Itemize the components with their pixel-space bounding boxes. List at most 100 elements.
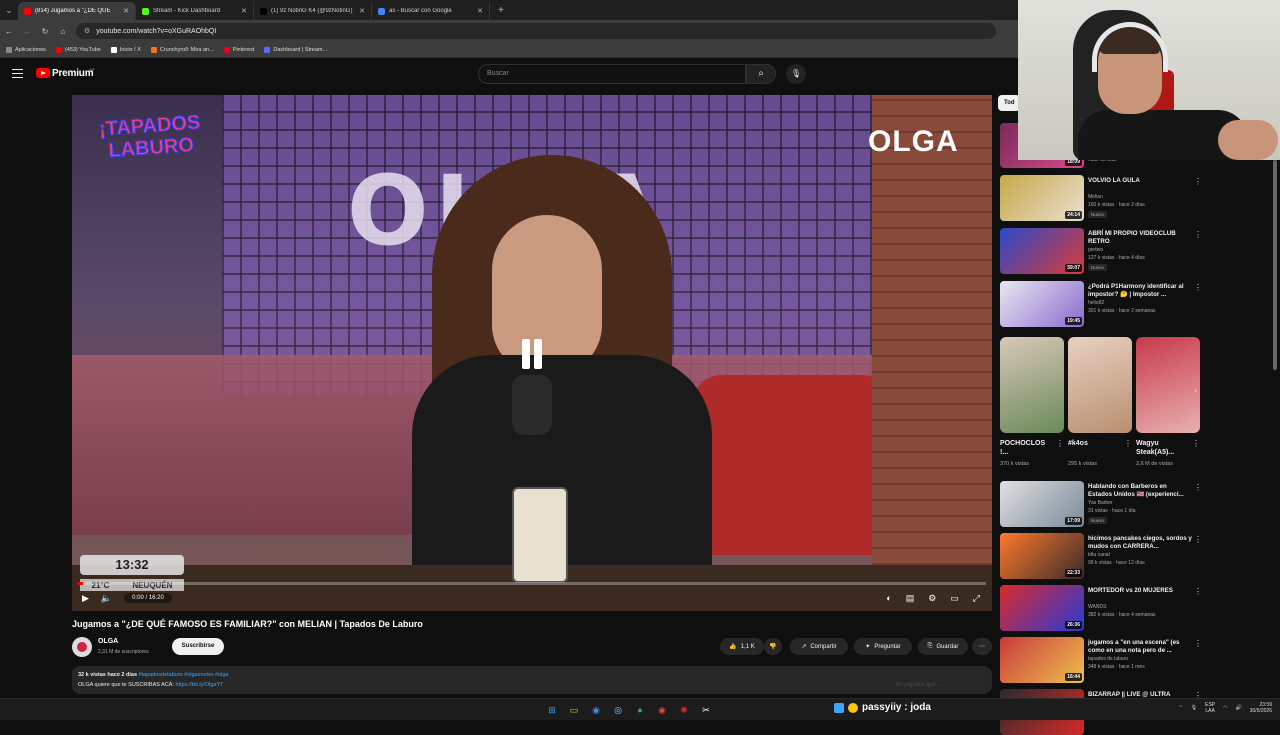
- reload-icon[interactable]: ↻: [40, 27, 50, 36]
- page-scrollbar[interactable]: [1273, 160, 1277, 370]
- share-button[interactable]: ↗ Compartir: [790, 638, 848, 655]
- tray-mic-icon[interactable]: 🎙: [1191, 705, 1197, 711]
- bookmark-item[interactable]: Inicio / X: [110, 46, 141, 53]
- search-input[interactable]: Buscar: [478, 64, 746, 84]
- channel-name[interactable]: OLGA: [98, 638, 118, 645]
- more-options-icon[interactable]: ⋮: [1194, 639, 1202, 648]
- recommended-channel[interactable]: WANDS: [1088, 604, 1106, 610]
- url-field[interactable]: ⚙ youtube.com/watch?v=oXGuRAOhbQI: [76, 23, 996, 39]
- short-more-icon[interactable]: ⋮: [1124, 439, 1132, 448]
- tab-close-icon[interactable]: ✕: [477, 7, 483, 15]
- bookmark-item[interactable]: (453) YouTube: [55, 46, 101, 53]
- subscribe-button[interactable]: Suscribirse: [172, 638, 224, 655]
- windows-start-icon[interactable]: ⊞: [544, 702, 560, 718]
- more-options-icon[interactable]: ⋮: [1194, 535, 1202, 544]
- video-player[interactable]: OLGA OLGA ¡TAPADOS LABURO 13:32 21°C NEU…: [72, 95, 992, 611]
- miniplayer-icon[interactable]: ▭: [950, 593, 959, 604]
- pause-icon[interactable]: [514, 335, 550, 375]
- bookmark-item[interactable]: Aplicaciones: [6, 46, 46, 53]
- hashtags[interactable]: #tapadosdelaburo #olgaenvivo #olga: [139, 672, 229, 678]
- recommended-title[interactable]: Hablando con Barberos en Estados Unidos …: [1088, 483, 1192, 499]
- recommended-title[interactable]: jugamos a "en una escena" (es como en un…: [1088, 639, 1192, 655]
- more-options-icon[interactable]: ⋮: [1194, 283, 1202, 292]
- like-button[interactable]: 👍 1,1 K: [720, 638, 764, 655]
- volume-tray-icon[interactable]: 🔊: [1236, 705, 1242, 711]
- tab-close-icon[interactable]: ✕: [123, 7, 129, 15]
- new-tab-button[interactable]: +: [498, 5, 504, 16]
- save-button[interactable]: ⎘ Guardar: [918, 638, 968, 655]
- dislike-button[interactable]: 👎: [764, 638, 782, 655]
- more-actions-button[interactable]: ⋯: [972, 638, 992, 655]
- ask-button[interactable]: ✦ Preguntar: [854, 638, 912, 655]
- channel-avatar[interactable]: [72, 637, 92, 657]
- more-options-icon[interactable]: ⋮: [1194, 587, 1202, 596]
- menu-icon[interactable]: [12, 69, 23, 78]
- browser-tab[interactable]: (814) Jugamos a "¿DE QUÉ ✕: [18, 2, 136, 20]
- microphone-icon[interactable]: 🎙: [786, 64, 806, 84]
- home-icon[interactable]: ⌂: [58, 27, 68, 36]
- youtube-premium-label[interactable]: Premium: [52, 68, 94, 79]
- short-thumbnail[interactable]: [1136, 337, 1200, 433]
- search-icon[interactable]: ⌕: [746, 64, 776, 84]
- description-link[interactable]: https://bit.ly/OlgaYT: [176, 682, 224, 688]
- short-more-icon[interactable]: ⋮: [1056, 439, 1064, 448]
- short-thumbnail[interactable]: [1068, 337, 1132, 433]
- recommended-title[interactable]: ¿Podrá P1Harmony identificar al impostor…: [1088, 283, 1192, 299]
- tab-search-icon[interactable]: ⌄: [0, 0, 18, 20]
- app-icon[interactable]: ✺: [676, 702, 692, 718]
- recommended-thumbnail[interactable]: 26:36: [1000, 585, 1084, 631]
- recommended-channel[interactable]: Yas Barber: [1088, 500, 1113, 506]
- recommended-thumbnail[interactable]: 16:44: [1000, 637, 1084, 683]
- progress-bar[interactable]: [78, 582, 986, 585]
- recommended-title[interactable]: MORTEDOR vs 20 MUJERES: [1088, 587, 1192, 595]
- recommended-thumbnail[interactable]: 22:33: [1000, 533, 1084, 579]
- short-thumbnail[interactable]: [1000, 337, 1064, 433]
- recommended-thumbnail[interactable]: 17:09: [1000, 481, 1084, 527]
- recommended-channel[interactable]: hello82: [1088, 300, 1104, 306]
- site-info-icon[interactable]: ⚙: [84, 27, 90, 35]
- autoplay-toggle-icon[interactable]: ◐: [886, 593, 891, 603]
- forward-icon[interactable]: →: [22, 27, 32, 36]
- play-icon[interactable]: ▶: [82, 593, 89, 604]
- capcut-icon[interactable]: ✂: [698, 702, 714, 718]
- short-title[interactable]: Wagyu Steak(A5)...: [1136, 439, 1188, 457]
- tray-chevron-icon[interactable]: ⌃: [1179, 705, 1183, 711]
- recommended-channel[interactable]: Melian: [1088, 194, 1103, 200]
- filter-chip-all[interactable]: Tod: [998, 95, 1020, 111]
- bookmark-item[interactable]: Crunchyroll: Mira an...: [150, 46, 214, 53]
- recommended-thumbnail[interactable]: 24:14: [1000, 175, 1084, 221]
- browser-tab[interactable]: Stream - Kick Dashboard ✕: [136, 2, 254, 20]
- recommended-thumbnail[interactable]: 19:45: [1000, 281, 1084, 327]
- tab-close-icon[interactable]: ✕: [241, 7, 247, 15]
- steam-icon[interactable]: ◎: [610, 702, 626, 718]
- chrome-icon[interactable]: ◉: [588, 702, 604, 718]
- wifi-icon[interactable]: ◠: [1223, 705, 1227, 711]
- bookmark-item[interactable]: Pinterest: [223, 46, 254, 53]
- tray-clock[interactable]: 23:59 30/5/2026: [1250, 702, 1272, 714]
- file-explorer-icon[interactable]: ▭: [566, 702, 582, 718]
- back-icon[interactable]: ←: [4, 27, 14, 36]
- recommended-title[interactable]: VOLVIO LA GULA: [1088, 177, 1192, 185]
- volume-icon[interactable]: 🔈: [101, 593, 112, 604]
- subtitles-icon[interactable]: ▤: [906, 593, 915, 604]
- recommended-title[interactable]: hicimos pancakes ciegos, sordos y mudos …: [1088, 535, 1192, 551]
- description-box[interactable]: 32 k vistas hace 2 días #tapadosdelaburo…: [72, 666, 992, 694]
- short-more-icon[interactable]: ⋮: [1192, 439, 1200, 448]
- language-indicator[interactable]: ESP LAA: [1205, 702, 1215, 714]
- settings-gear-icon[interactable]: ⚙: [928, 593, 936, 604]
- bookmark-item[interactable]: Dashboard | Stream...: [264, 46, 327, 53]
- tab-close-icon[interactable]: ✕: [359, 7, 365, 15]
- more-options-icon[interactable]: ⋮: [1194, 230, 1202, 239]
- browser-tab[interactable]: as - Buscar con Google ✕: [372, 2, 490, 20]
- more-options-icon[interactable]: ⋮: [1194, 177, 1202, 186]
- spotify-icon[interactable]: ●: [632, 702, 648, 718]
- youtube-logo-icon[interactable]: [36, 68, 50, 78]
- shorts-next-icon[interactable]: ›: [1194, 385, 1197, 395]
- recommended-channel[interactable]: tdtu canal: [1088, 552, 1110, 558]
- recommended-title[interactable]: ABRÍ MI PROPIO VIDEOCLUB RETRO: [1088, 230, 1192, 246]
- fullscreen-icon[interactable]: ⤢: [973, 593, 980, 604]
- recommended-thumbnail[interactable]: 59:07: [1000, 228, 1084, 274]
- chrome-2-icon[interactable]: ◉: [654, 702, 670, 718]
- recommended-channel[interactable]: tapados de laburo: [1088, 656, 1128, 662]
- recommended-channel[interactable]: gertwo: [1088, 247, 1103, 253]
